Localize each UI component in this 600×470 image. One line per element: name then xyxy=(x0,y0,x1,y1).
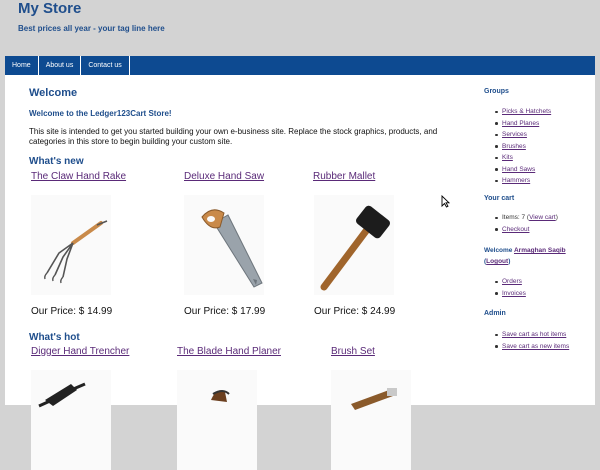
product-name-link[interactable]: Digger Hand Trencher xyxy=(31,346,129,357)
cart-heading: Your cart xyxy=(484,195,515,202)
hand-rake-icon[interactable] xyxy=(31,195,111,295)
group-link[interactable]: Hammers xyxy=(494,175,551,187)
hand-planer-icon[interactable] xyxy=(177,370,257,470)
group-link[interactable]: Hand Saws xyxy=(494,164,551,176)
group-link[interactable]: Kits xyxy=(494,152,551,164)
mouse-cursor-icon xyxy=(441,194,451,213)
product-price: Our Price: $ 24.99 xyxy=(314,306,396,317)
product-name-link[interactable]: The Blade Hand Planer xyxy=(177,346,281,357)
product-name-link[interactable]: The Claw Hand Rake xyxy=(31,171,126,182)
product-price: Our Price: $ 17.99 xyxy=(184,306,266,317)
logout-link[interactable]: Logout xyxy=(486,258,508,265)
product-name-link[interactable]: Rubber Mallet xyxy=(313,171,375,182)
intro-text: This site is intended to get you started… xyxy=(29,127,438,146)
checkout-link[interactable]: Checkout xyxy=(495,224,558,236)
user-name-link[interactable]: Armaghan Saqib xyxy=(514,247,566,254)
admin-heading: Admin xyxy=(484,310,506,317)
brush-icon[interactable] xyxy=(331,370,411,470)
product-name-link[interactable]: Brush Set xyxy=(331,346,375,357)
welcome-heading: Welcome xyxy=(29,87,78,99)
mallet-icon[interactable] xyxy=(314,195,394,295)
cart-items: Items: 7 (View cart) xyxy=(495,212,558,224)
save-cart-hot-link[interactable]: Save cart as hot items xyxy=(495,329,572,341)
page-content: Welcome Welcome to the Ledger123Cart Sto… xyxy=(5,75,595,470)
hand-saw-icon[interactable] xyxy=(184,195,264,295)
invoices-link[interactable]: Invoices xyxy=(495,288,526,300)
groups-list: Picks & Hatchets Hand Planes Services Br… xyxy=(494,106,551,187)
nav-home[interactable]: Home xyxy=(5,56,39,75)
orders-link[interactable]: Orders xyxy=(495,276,526,288)
product-price: Our Price: $ 14.99 xyxy=(31,306,113,317)
group-link[interactable]: Brushes xyxy=(494,141,551,153)
groups-heading: Groups xyxy=(484,88,509,95)
view-cart-link[interactable]: View cart xyxy=(529,214,556,221)
nav-about-us[interactable]: About us xyxy=(37,56,82,75)
cart-list: Items: 7 (View cart) Checkout xyxy=(495,212,558,236)
group-link[interactable]: Picks & Hatchets xyxy=(494,106,551,118)
save-cart-new-link[interactable]: Save cart as new items xyxy=(495,341,572,353)
trencher-icon[interactable] xyxy=(31,370,111,470)
nav-contact-us[interactable]: Contact us xyxy=(80,56,130,75)
admin-list: Save cart as hot items Save cart as new … xyxy=(495,329,572,353)
whats-hot-heading: What's hot xyxy=(29,332,80,343)
welcome-subheading: Welcome to the Ledger123Cart Store! xyxy=(29,109,172,118)
welcome-user: Welcome Armaghan Saqib (Logout) xyxy=(484,247,566,265)
product-name-link[interactable]: Deluxe Hand Saw xyxy=(184,171,264,182)
site-tagline: Best prices all year - your tag line her… xyxy=(18,24,165,33)
main-navbar: Home About us Contact us xyxy=(5,56,595,75)
whats-new-heading: What's new xyxy=(29,156,84,167)
group-link[interactable]: Hand Planes xyxy=(494,118,551,130)
site-header: My Store Best prices all year - your tag… xyxy=(0,0,600,56)
site-title[interactable]: My Store xyxy=(18,0,81,17)
group-link[interactable]: Services xyxy=(494,129,551,141)
account-list: Orders Invoices xyxy=(495,276,526,300)
